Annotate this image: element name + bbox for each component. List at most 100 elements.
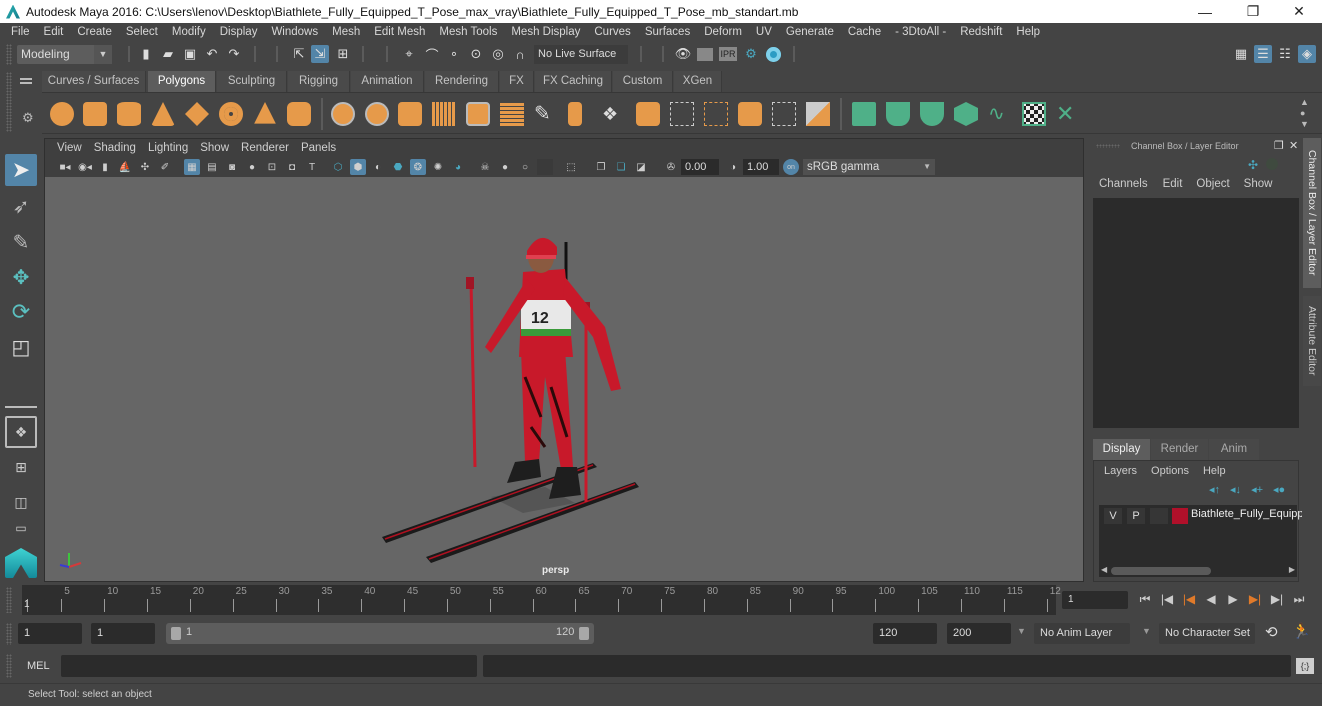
layer-color-swatch[interactable] [1172, 508, 1188, 524]
step-back-frame-button[interactable]: |◀ [1158, 591, 1176, 607]
shelf-grip[interactable] [6, 72, 12, 132]
layer-menu-help[interactable]: Help [1203, 465, 1226, 477]
range-bar[interactable]: 1 120 [166, 623, 594, 644]
combine-icon[interactable] [331, 102, 355, 126]
planar-mapping-icon[interactable] [852, 102, 876, 126]
append-polygon-icon[interactable] [738, 102, 762, 126]
persp-outliner-layout-icon[interactable]: ◫ [5, 486, 37, 518]
rotate-tool-icon[interactable]: ⟳ [5, 296, 37, 328]
scroll-left-icon[interactable]: ◀ [1101, 565, 1107, 574]
layer-tab-anim[interactable]: Anim [1209, 439, 1259, 460]
xray-joints-icon[interactable]: ◪ [633, 159, 649, 175]
move-layer-up-icon[interactable]: ◂↑ [1209, 483, 1220, 496]
poly-sphere-icon[interactable] [50, 102, 74, 126]
poly-pyramid-icon[interactable] [254, 102, 276, 124]
panel-grip[interactable] [1096, 144, 1120, 148]
cmdline-grip[interactable] [6, 654, 12, 678]
paint-select-tool-icon[interactable]: ✎ [5, 226, 37, 258]
resolution-gate-icon[interactable]: ◙ [224, 159, 240, 175]
play-forwards-button[interactable]: ▶ [1224, 591, 1242, 607]
layer-display-type-toggle[interactable] [1150, 508, 1168, 524]
tool-settings-icon[interactable]: ☷ [1276, 45, 1294, 63]
menu-mesh[interactable]: Mesh [325, 26, 367, 38]
poly-plane-icon[interactable] [185, 102, 209, 126]
select-by-component-icon[interactable]: ⊞ [334, 45, 352, 63]
smooth-shade-icon[interactable]: ⬢ [350, 159, 366, 175]
color-management-toggle-icon[interactable]: on [783, 159, 799, 175]
multi-cut-icon[interactable]: ✎ [534, 102, 558, 126]
menu-edit-mesh[interactable]: Edit Mesh [367, 26, 432, 38]
command-language-toggle[interactable]: MEL [27, 660, 50, 672]
menu-display[interactable]: Display [213, 26, 265, 38]
screen-space-ao-icon[interactable]: ☠ [477, 159, 493, 175]
menu-generate[interactable]: Generate [779, 26, 841, 38]
cb-menu-object[interactable]: Object [1196, 178, 1229, 196]
select-tool-icon[interactable]: ➤ [5, 154, 37, 186]
extrude-icon[interactable] [568, 102, 582, 126]
default-material-icon[interactable]: ◐ [370, 159, 386, 175]
manipulator-icon[interactable]: ✣ [1248, 158, 1258, 172]
render-frame-icon[interactable] [697, 48, 713, 61]
redo-icon[interactable]: ↷ [225, 45, 243, 63]
menu-cache[interactable]: Cache [841, 26, 888, 38]
wireframe-icon[interactable]: ⬡ [330, 159, 346, 175]
poly-cube-icon[interactable] [83, 102, 107, 126]
modeling-toolkit-icon[interactable]: ▦ [1232, 45, 1250, 63]
use-all-lights-icon[interactable]: ✺ [430, 159, 446, 175]
persp-graph-layout-icon[interactable]: ▭ [5, 518, 37, 538]
menu-file[interactable]: File [4, 26, 37, 38]
layer-visibility-toggle[interactable]: V [1104, 508, 1122, 524]
chevron-down-icon[interactable]: ▼ [1142, 626, 1151, 636]
menu-uv[interactable]: UV [749, 26, 779, 38]
gamma-field[interactable]: 1.00 [743, 159, 779, 175]
grid-icon[interactable]: ▦ [184, 159, 200, 175]
safe-action-icon[interactable]: ◘ [284, 159, 300, 175]
step-back-key-button[interactable]: |◀ [1180, 591, 1198, 607]
tab-rigging[interactable]: Rigging [288, 71, 350, 92]
tab-fx[interactable]: FX [500, 71, 534, 92]
safe-title-icon[interactable]: T [304, 159, 320, 175]
menu-3dtoall[interactable]: - 3DtoAll - [888, 26, 953, 38]
tab-curves-surfaces[interactable]: Curves / Surfaces [42, 71, 146, 92]
unfold-icon[interactable]: ✕ [1056, 102, 1080, 126]
mirror-geometry-icon[interactable] [398, 102, 422, 126]
tab-fx-caching[interactable]: FX Caching [535, 71, 612, 92]
separate-icon[interactable] [365, 102, 389, 126]
open-scene-icon[interactable]: ▰ [159, 45, 177, 63]
close-button[interactable]: ✕ [1276, 0, 1322, 23]
gate-mask-icon[interactable]: ● [244, 159, 260, 175]
target-weld-icon[interactable] [772, 102, 796, 126]
play-backwards-button[interactable]: ◀ [1202, 591, 1220, 607]
layer-name[interactable]: Biathlete_Fully_Equipp [1191, 508, 1304, 520]
vp-menu-show[interactable]: Show [194, 142, 235, 154]
side-tab-attribute-editor[interactable]: Attribute Editor [1303, 296, 1321, 386]
layer-tab-display[interactable]: Display [1093, 439, 1150, 460]
fill-hole-icon[interactable] [806, 102, 830, 126]
new-empty-layer-icon[interactable]: ◂+ [1251, 483, 1263, 496]
live-surface-field[interactable]: No Live Surface [534, 45, 628, 64]
layer-playback-toggle[interactable]: P [1127, 508, 1145, 524]
range-end-handle[interactable] [579, 627, 589, 640]
tab-sculpting[interactable]: Sculpting [217, 71, 287, 92]
cb-menu-show[interactable]: Show [1244, 178, 1273, 196]
camera-attributes-icon[interactable]: ◉◂ [77, 159, 93, 175]
go-to-start-button[interactable]: ⏮ [1136, 591, 1154, 607]
tab-xgen[interactable]: XGen [674, 71, 722, 92]
toolbar-grip[interactable] [6, 44, 12, 65]
average-vertices-icon[interactable] [466, 102, 490, 126]
poly-torus-icon[interactable] [219, 102, 243, 126]
menu-redshift[interactable]: Redshift [953, 26, 1009, 38]
menu-modify[interactable]: Modify [165, 26, 213, 38]
wireframe-on-shaded-icon[interactable]: ⬣ [390, 159, 406, 175]
menu-curves[interactable]: Curves [587, 26, 637, 38]
vp-menu-view[interactable]: View [51, 142, 88, 154]
cb-menu-channels[interactable]: Channels [1099, 178, 1148, 196]
snap-curve-icon[interactable]: ⌒ [423, 45, 441, 63]
menu-mesh-display[interactable]: Mesh Display [504, 26, 587, 38]
view-transform-dropdown[interactable]: sRGB gamma ▼ [803, 159, 935, 175]
bookmarks-icon[interactable]: ▮ [97, 159, 113, 175]
poly-cylinder-icon[interactable] [117, 102, 141, 126]
exposure-icon[interactable]: ✇ [663, 159, 679, 175]
save-scene-icon[interactable]: ▣ [181, 45, 199, 63]
vp-menu-renderer[interactable]: Renderer [235, 142, 295, 154]
